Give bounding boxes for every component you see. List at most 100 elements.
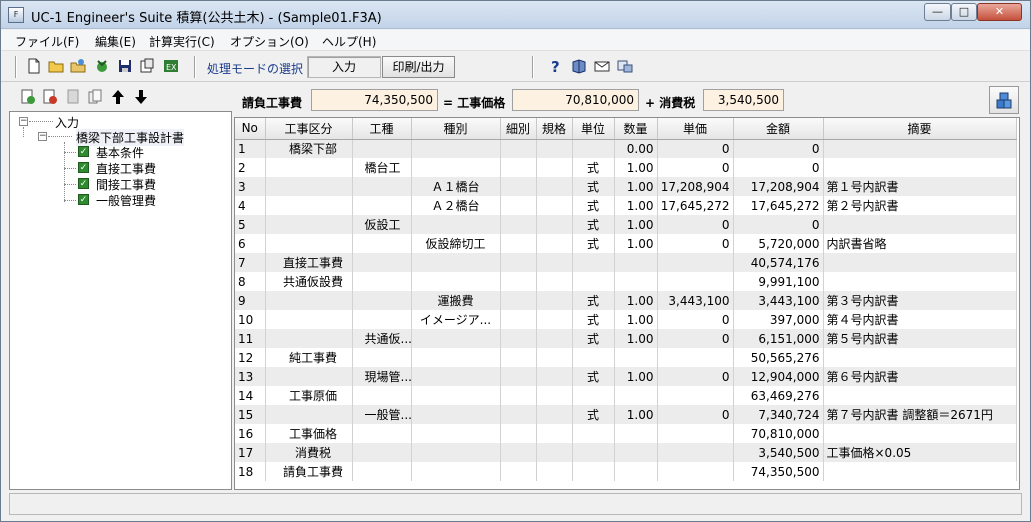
cell-remarks[interactable] — [823, 253, 1017, 272]
cell-unit[interactable]: 式 — [572, 158, 615, 177]
cell-no[interactable]: 10 — [235, 310, 266, 329]
cell-category[interactable] — [411, 253, 501, 272]
cell-category[interactable] — [411, 348, 501, 367]
mail-icon[interactable] — [593, 58, 611, 76]
cell-detail[interactable] — [500, 196, 537, 215]
cell-spec[interactable] — [536, 310, 573, 329]
cell-division[interactable] — [265, 310, 353, 329]
cell-quantity[interactable]: 1.00 — [614, 158, 658, 177]
disabled-node-icon[interactable] — [65, 89, 81, 107]
cell-remarks[interactable] — [823, 348, 1017, 367]
cell-quantity[interactable]: 1.00 — [614, 215, 658, 234]
table-row[interactable]: 12 純工事費 50,565,276 — [235, 348, 1017, 367]
title-bar[interactable]: F UC-1 Engineer's Suite 積算(公共土木) - (Samp… — [1, 1, 1030, 29]
cell-amount[interactable]: 17,208,904 — [733, 177, 824, 196]
cell-division[interactable] — [265, 329, 353, 348]
cell-unit-price[interactable]: 17,208,904 — [657, 177, 734, 196]
table-row[interactable]: 16 工事価格 70,810,000 — [235, 424, 1017, 443]
cell-remarks[interactable]: 第４号内訳書 — [823, 310, 1017, 329]
cell-work-type[interactable]: 仮設工 — [352, 215, 412, 234]
cell-unit[interactable]: 式 — [572, 291, 615, 310]
menu-options[interactable]: オプション(O) — [230, 33, 309, 50]
cell-category[interactable]: 運搬費 — [411, 291, 501, 310]
tree-item-basic-conditions[interactable]: 基本条件 — [96, 144, 144, 161]
cell-category[interactable]: Ａ１橋台 — [411, 177, 501, 196]
cell-spec[interactable] — [536, 291, 573, 310]
cell-division[interactable] — [265, 215, 353, 234]
cell-detail[interactable] — [500, 443, 537, 462]
cell-unit-price[interactable] — [657, 348, 734, 367]
cell-division[interactable] — [265, 405, 353, 424]
cell-unit[interactable]: 式 — [572, 405, 615, 424]
cell-category[interactable] — [411, 424, 501, 443]
cell-quantity[interactable]: 1.00 — [614, 405, 658, 424]
cell-work-type[interactable] — [352, 253, 412, 272]
cell-no[interactable]: 8 — [235, 272, 266, 291]
cell-quantity[interactable] — [614, 253, 658, 272]
cell-remarks[interactable] — [823, 139, 1017, 158]
cell-detail[interactable] — [500, 386, 537, 405]
about-icon[interactable] — [616, 58, 634, 76]
cell-spec[interactable] — [536, 177, 573, 196]
cell-quantity[interactable]: 1.00 — [614, 234, 658, 253]
checkbox-direct-cost[interactable]: ✓ — [78, 162, 89, 173]
cell-unit-price[interactable]: 0 — [657, 158, 734, 177]
cell-unit[interactable] — [572, 462, 615, 481]
cell-amount[interactable]: 9,991,100 — [733, 272, 824, 291]
cell-unit[interactable] — [572, 386, 615, 405]
save-icon[interactable] — [116, 58, 134, 76]
cell-division[interactable]: 消費税 — [265, 443, 353, 462]
checkbox-basic-conditions[interactable]: ✓ — [78, 146, 89, 157]
cell-division[interactable]: 純工事費 — [265, 348, 353, 367]
cell-quantity[interactable] — [614, 443, 658, 462]
cell-amount[interactable]: 7,340,724 — [733, 405, 824, 424]
insert-node-icon[interactable] — [20, 89, 36, 107]
cell-division[interactable] — [265, 177, 353, 196]
cell-no[interactable]: 1 — [235, 139, 266, 158]
cell-quantity[interactable] — [614, 386, 658, 405]
open-folder-icon[interactable] — [47, 58, 65, 76]
cell-quantity[interactable]: 1.00 — [614, 329, 658, 348]
cell-quantity[interactable]: 0.00 — [614, 139, 658, 158]
cell-work-type[interactable] — [352, 386, 412, 405]
cell-division[interactable] — [265, 367, 353, 386]
cell-work-type[interactable]: 現場管... — [352, 367, 412, 386]
cell-no[interactable]: 17 — [235, 443, 266, 462]
cell-spec[interactable] — [536, 234, 573, 253]
cell-unit[interactable]: 式 — [572, 329, 615, 348]
cell-quantity[interactable]: 1.00 — [614, 367, 658, 386]
cell-remarks[interactable] — [823, 158, 1017, 177]
cell-division[interactable]: 請負工事費 — [265, 462, 353, 481]
mode-print-button[interactable]: 印刷/出力 — [382, 56, 455, 78]
cell-category[interactable] — [411, 462, 501, 481]
col-header-division[interactable]: 工事区分 — [265, 118, 353, 140]
menu-help[interactable]: ヘルプ(H) — [322, 33, 376, 50]
cell-remarks[interactable] — [823, 462, 1017, 481]
cell-category[interactable]: イメージア... — [411, 310, 501, 329]
col-header-unit-price[interactable]: 単価 — [657, 118, 734, 140]
cell-amount[interactable]: 3,540,500 — [733, 443, 824, 462]
cell-quantity[interactable] — [614, 424, 658, 443]
tree-collapse-toggle[interactable]: − — [38, 132, 47, 141]
cell-spec[interactable] — [536, 462, 573, 481]
cell-unit-price[interactable]: 0 — [657, 367, 734, 386]
cell-unit[interactable]: 式 — [572, 196, 615, 215]
tree-item-direct-cost[interactable]: 直接工事費 — [96, 160, 156, 177]
checkbox-indirect-cost[interactable]: ✓ — [78, 178, 89, 189]
manual-icon[interactable] — [570, 58, 588, 76]
help-icon[interactable]: ? — [547, 58, 565, 76]
cell-spec[interactable] — [536, 158, 573, 177]
table-row[interactable]: 4 Ａ２橋台式 1.00 17,645,272 17,645,272 第２号内訳書 — [235, 196, 1017, 215]
cell-detail[interactable] — [500, 272, 537, 291]
cell-detail[interactable] — [500, 253, 537, 272]
cell-quantity[interactable]: 1.00 — [614, 177, 658, 196]
cell-remarks[interactable] — [823, 215, 1017, 234]
col-header-unit[interactable]: 単位 — [572, 118, 615, 140]
new-file-icon[interactable] — [25, 58, 43, 76]
cell-unit-price[interactable] — [657, 462, 734, 481]
cell-division[interactable] — [265, 158, 353, 177]
cell-spec[interactable] — [536, 367, 573, 386]
cell-amount[interactable]: 74,350,500 — [733, 462, 824, 481]
cell-detail[interactable] — [500, 405, 537, 424]
cell-no[interactable]: 15 — [235, 405, 266, 424]
